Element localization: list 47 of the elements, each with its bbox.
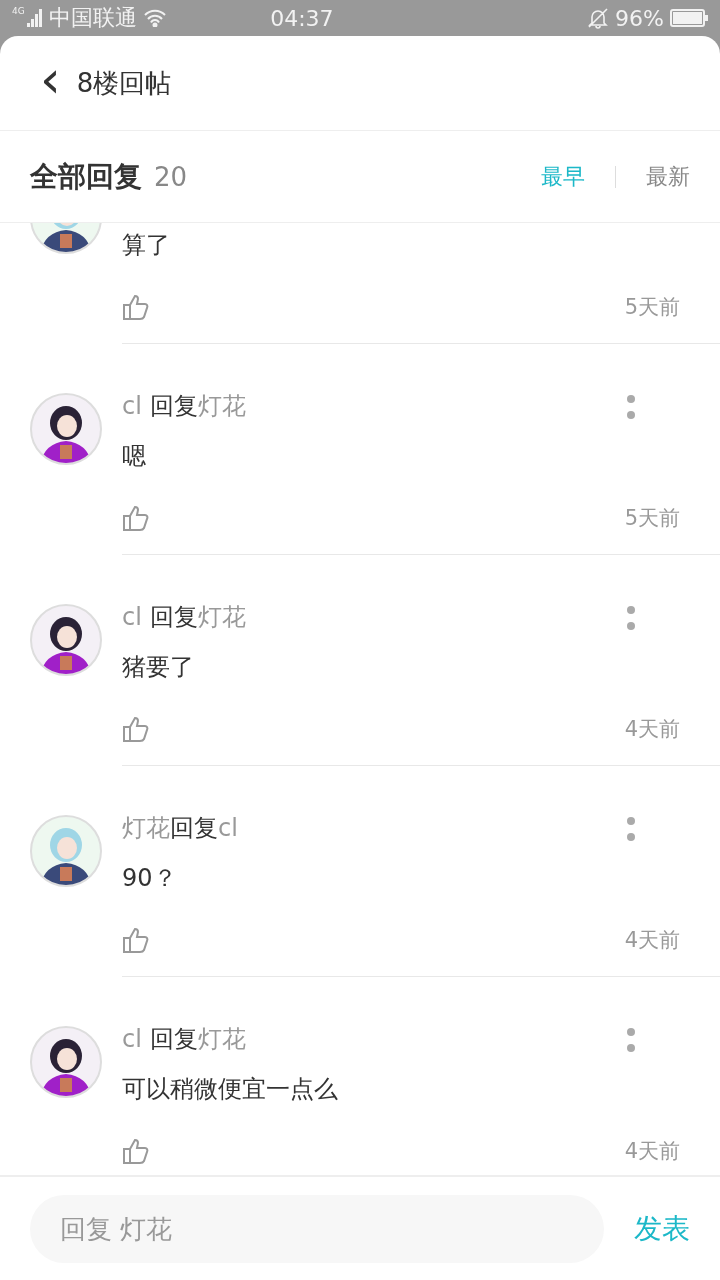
reply-time: 4天前 <box>624 927 680 954</box>
target-name[interactable]: 灯花 <box>197 601 246 633</box>
carrier-name: 中国联通 <box>48 4 137 32</box>
section-title: 全部回复 <box>30 158 142 195</box>
reply-label: 回复 <box>170 813 218 844</box>
reply-label: 回复 <box>149 602 198 633</box>
more-icon[interactable] <box>626 605 636 631</box>
bell-muted-icon <box>587 7 610 29</box>
author-name[interactable]: cl <box>122 603 150 631</box>
reply-time: 5天前 <box>624 294 680 321</box>
reply-time: 4天前 <box>624 1138 680 1165</box>
battery-icon <box>670 9 708 27</box>
author-name[interactable]: cl <box>122 392 150 420</box>
more-icon[interactable] <box>626 1027 636 1053</box>
network-type: 4G <box>12 6 25 16</box>
author-name[interactable]: 灯花 <box>122 812 170 844</box>
thumbs-up-icon[interactable] <box>122 504 150 532</box>
reply-text: 算了 <box>122 230 171 259</box>
reply-text: 嗯 <box>122 441 147 470</box>
target-name[interactable]: 灯花 <box>197 390 246 422</box>
send-button[interactable]: 发表 <box>634 1209 690 1248</box>
author-name[interactable]: cl <box>122 1025 150 1053</box>
sort-tab[interactable]: 最新 <box>646 161 690 192</box>
more-icon[interactable] <box>626 394 636 420</box>
back-button[interactable]: ‹ <box>36 53 65 105</box>
reply-time: 5天前 <box>624 505 680 532</box>
reply-text: 可以稍微便宜一点么 <box>122 1074 339 1103</box>
reply-text: 猪要了 <box>122 652 195 681</box>
thumbs-up-icon[interactable] <box>122 926 150 954</box>
wifi-icon <box>142 9 167 27</box>
sort-tab[interactable]: 最早 <box>541 161 585 192</box>
reply-label: 回复 <box>149 1024 198 1055</box>
thumbs-up-icon[interactable] <box>122 1137 150 1165</box>
reply-time: 4天前 <box>624 716 680 743</box>
reply-input[interactable]: 回复 灯花 <box>30 1194 604 1263</box>
more-icon[interactable] <box>626 816 636 842</box>
thumbs-up-icon[interactable] <box>122 715 150 743</box>
reply-label: 回复 <box>149 391 198 422</box>
reply-text: 90？ <box>122 863 178 892</box>
clock: 04:37 <box>270 5 334 31</box>
reply-count: 20 <box>154 161 188 192</box>
signal-icon <box>26 9 43 27</box>
thumbs-up-icon[interactable] <box>122 293 150 321</box>
battery-percent: 96% <box>615 5 664 31</box>
target-name[interactable]: cl <box>218 814 238 842</box>
target-name[interactable]: 灯花 <box>197 1023 246 1055</box>
page-title: 8楼回帖 <box>76 66 172 100</box>
